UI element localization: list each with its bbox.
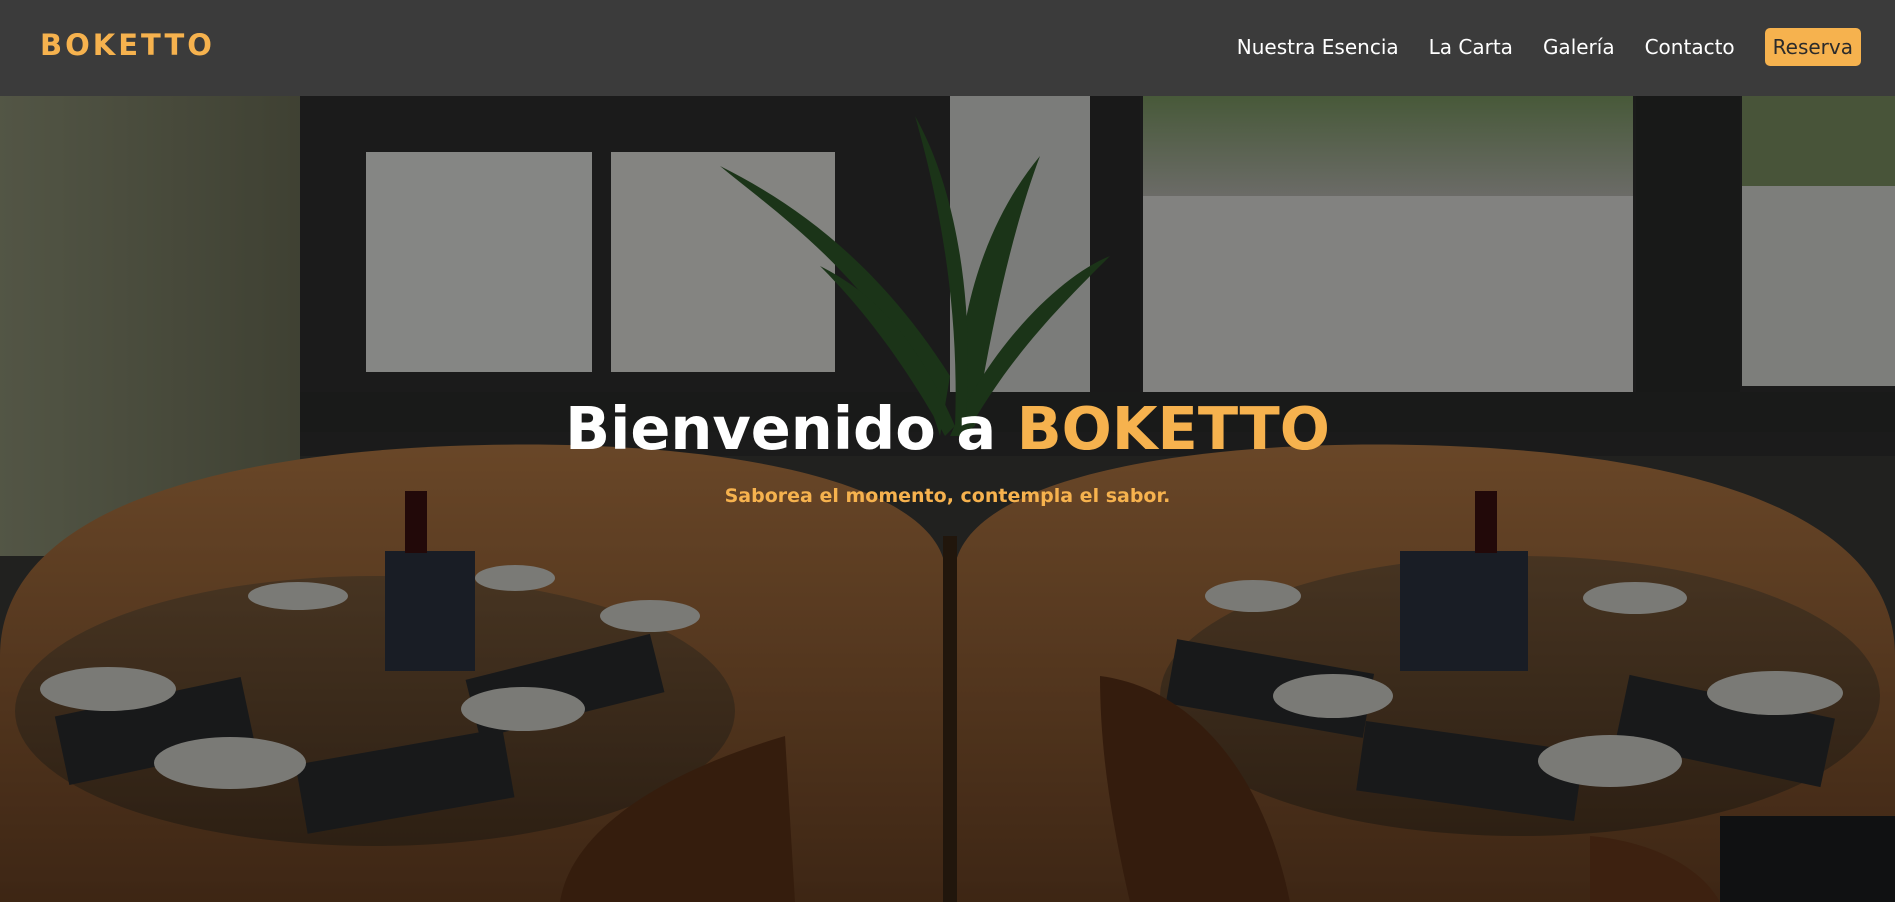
hero-title-brand: BOKETTO <box>1016 394 1330 463</box>
reserva-button[interactable]: Reserva <box>1764 28 1861 66</box>
main-nav: Nuestra Esencia La Carta Galería Contact… <box>1207 28 1861 66</box>
page: BOKETTO Nuestra Esencia La Carta Galería… <box>0 0 1895 902</box>
hero-subtitle: Saborea el momento, contempla el sabor. <box>724 485 1171 507</box>
brand-logo[interactable]: BOKETTO <box>40 28 215 62</box>
nav-link-nuestra-esencia[interactable]: Nuestra Esencia <box>1237 28 1399 66</box>
nav-link-galeria[interactable]: Galería <box>1543 28 1615 66</box>
hero-section: Bienvenido a BOKETTO Saborea el momento,… <box>0 96 1895 902</box>
nav-link-contacto[interactable]: Contacto <box>1645 28 1735 66</box>
hero-title-prefix: Bienvenido a <box>565 394 1017 463</box>
site-header: BOKETTO Nuestra Esencia La Carta Galería… <box>0 0 1895 96</box>
hero-title: Bienvenido a BOKETTO <box>0 394 1895 463</box>
nav-link-la-carta[interactable]: La Carta <box>1429 28 1513 66</box>
